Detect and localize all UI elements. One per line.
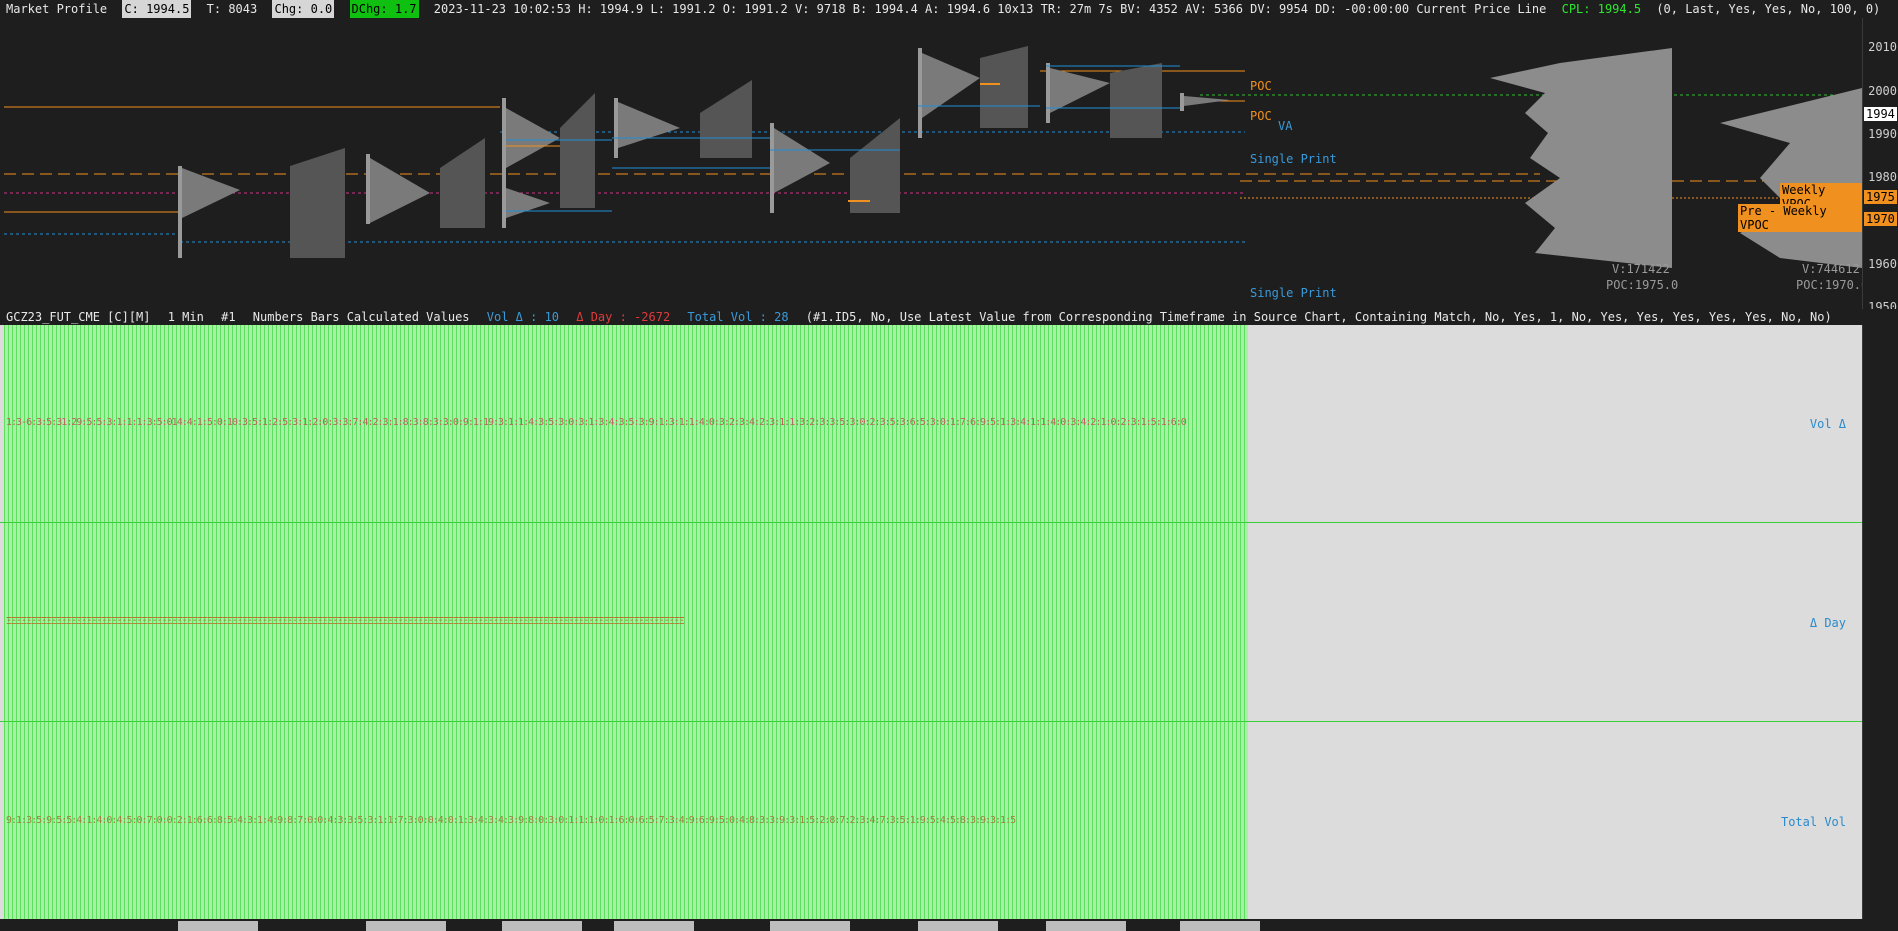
prior-volume-profile	[1720, 88, 1862, 268]
poc-label-1: POC	[1250, 79, 1272, 93]
numbers-bars-pane[interactable]: 1:3-6:3:5:31:29:5:5:3:1:1:1:3:5:014:4:1:…	[0, 325, 1862, 919]
profile-day-6	[918, 46, 1040, 138]
study-settings: (#1.ID5, No, Use Latest Value from Corre…	[805, 310, 1832, 324]
profile-day-8	[1180, 93, 1230, 111]
study-name: Numbers Bars Calculated Values	[252, 310, 470, 324]
profile-day-2	[366, 138, 485, 228]
chart-number-label: #1	[221, 310, 236, 324]
pre-weekly-vpoc-tag: Pre - Weekly VPOC	[1738, 204, 1862, 232]
day-delta-value: Δ Day : -2672	[576, 310, 671, 324]
time-label-chip	[178, 921, 258, 931]
total-vol-value: Total Vol : 28	[687, 310, 789, 324]
profile-day-7	[1046, 63, 1180, 138]
total-vol-row-values: 9:1:3:5:9:5:5:4:1:4:0:4:5:0:7:0:0:2:1:6:…	[6, 815, 1016, 826]
day-change-value: DChg: 1.7	[349, 0, 419, 18]
price-tick-1990: 1990	[1868, 127, 1897, 141]
single-print-label-2: Single Print	[1250, 286, 1337, 300]
change-value: Chg: 0.0	[272, 0, 335, 18]
prior-volume-label: V:744612	[1802, 262, 1860, 276]
bar-info: 2023-11-23 10:02:53 H: 1994.9 L: 1991.2 …	[433, 2, 1547, 16]
time-label-chip	[614, 921, 694, 931]
price-tick-2010: 2010	[1868, 40, 1897, 54]
price-axis[interactable]: 2010 2000 1990 1980 1970 1960 1950 1994 …	[1862, 18, 1898, 314]
row-divider-2	[0, 721, 1862, 722]
price-tick-2000: 2000	[1868, 84, 1897, 98]
time-label-chip	[770, 921, 850, 931]
close-price: C: 1994.5	[122, 0, 192, 18]
current-price-marker: 1994	[1864, 107, 1897, 121]
timeframe-label: 1 Min	[167, 310, 204, 324]
trade-count: T: 8043	[206, 2, 258, 16]
lower-pane-scale	[1862, 325, 1898, 919]
poc-label-2: POC	[1250, 109, 1272, 123]
composite-volume-label: V:171422	[1612, 262, 1670, 276]
single-print-label-1: Single Print	[1250, 152, 1337, 166]
symbol-label: GCZ23_FUT_CME [C][M]	[6, 310, 151, 324]
row-label-day-delta: Δ Day	[1809, 616, 1846, 630]
row-label-vol-delta: Vol Δ	[1809, 417, 1846, 431]
chart-title: Market Profile	[6, 2, 108, 16]
time-label-chip	[366, 921, 446, 931]
day-delta-row-values: ΞΞΞΞΞΞΞΞΞΞΞΞΞΞΞΞΞΞΞΞΞΞΞΞΞΞΞΞΞΞΞΞΞΞΞΞΞΞΞΞ…	[6, 616, 685, 627]
time-axis[interactable]	[0, 919, 1898, 931]
price-tick-1980: 1980	[1868, 170, 1897, 184]
study-params: (0, Last, Yes, Yes, No, 100, 0)	[1656, 2, 1881, 16]
profile-day-4	[612, 80, 770, 169]
time-label-chip	[1180, 921, 1260, 931]
vol-delta-value: Vol Δ : 10	[486, 310, 560, 324]
time-label-chip	[1046, 921, 1126, 931]
status-bar: Market Profile C: 1994.5 T: 8043 Chg: 0.…	[0, 0, 1898, 18]
sierra-chart-window: Market Profile C: 1994.5 T: 8043 Chg: 0.…	[0, 0, 1898, 931]
weekly-vpoc-price-tag: 1975	[1864, 190, 1897, 204]
profile-day-1	[178, 148, 345, 258]
pre-weekly-vpoc-price-tag: 1970	[1864, 212, 1897, 226]
va-label: VA	[1278, 119, 1293, 133]
prior-poc-label: POC:1970.0	[1796, 278, 1862, 292]
market-profile-graph[interactable]	[0, 18, 1862, 309]
current-price-line-value: CPL: 1994.5	[1561, 2, 1642, 16]
row-label-total-vol: Total Vol	[1780, 815, 1846, 829]
time-label-chip	[918, 921, 998, 931]
price-chart[interactable]: POC POC VA Single Print Single Print V:1…	[0, 18, 1862, 309]
price-tick-1960: 1960	[1868, 257, 1897, 271]
study-header: GCZ23_FUT_CME [C][M] 1 Min #1 Numbers Ba…	[0, 309, 1898, 325]
profile-day-3	[502, 93, 612, 228]
time-label-chip	[502, 921, 582, 931]
composite-volume-profile	[1490, 48, 1672, 268]
row-divider-1	[0, 522, 1862, 523]
vol-delta-row-values: 1:3-6:3:5:31:29:5:5:3:1:1:1:3:5:014:4:1:…	[6, 417, 1187, 428]
composite-poc-label: POC:1975.0	[1606, 278, 1679, 292]
